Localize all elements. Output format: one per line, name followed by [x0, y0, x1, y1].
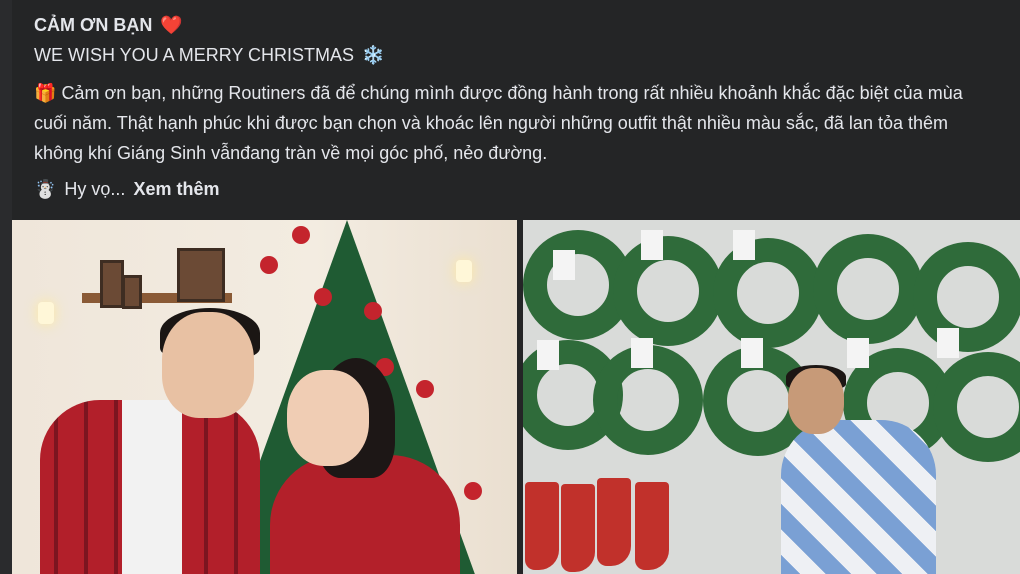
facebook-post: CẢM ƠN BẠN ❤️ WE WISH YOU A MERRY CHRIST…	[12, 0, 1020, 574]
title: CẢM ƠN BẠN	[34, 15, 153, 35]
snowman-icon: ☃️	[34, 179, 57, 199]
snowflake-icon: ❄️	[362, 45, 385, 65]
subtitle: WE WISH YOU A MERRY CHRISTMAS	[34, 45, 355, 65]
photo-grid	[12, 220, 1020, 574]
post-subtitle-line: WE WISH YOU A MERRY CHRISTMAS ❄️	[34, 40, 994, 70]
see-more-line: ☃️ Hy vọ... Xem thêm	[34, 174, 994, 204]
post-text: CẢM ƠN BẠN ❤️ WE WISH YOU A MERRY CHRIST…	[34, 10, 994, 204]
preview-text: Hy vọ...	[64, 179, 126, 199]
photo-couple-christmas-tree[interactable]	[12, 220, 517, 574]
gift-icon: 🎁	[34, 83, 57, 103]
heart-icon: ❤️	[160, 15, 183, 35]
photo-man-wreath-wall[interactable]	[523, 220, 1020, 574]
see-more-link[interactable]: Xem thêm	[133, 174, 219, 204]
post-body: 🎁 Cảm ơn bạn, những Routiners đã để chún…	[34, 78, 999, 168]
body-text: Cảm ơn bạn, những Routiners đã để chúng …	[34, 83, 963, 163]
post-heading: CẢM ƠN BẠN ❤️	[34, 10, 994, 40]
